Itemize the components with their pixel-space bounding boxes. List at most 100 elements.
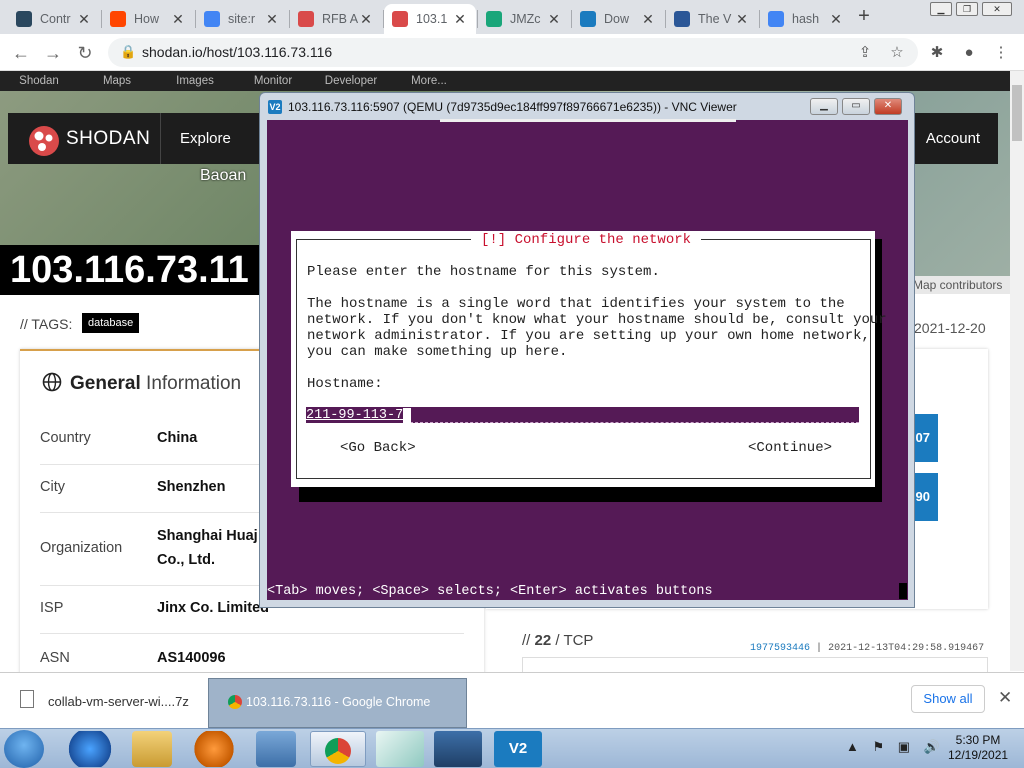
taskbar-chrome-button[interactable]	[310, 731, 366, 767]
shodan-nav-item[interactable]: More...	[390, 71, 468, 91]
tab-0[interactable]: Contr ✕	[8, 4, 100, 34]
info-value: Shenzhen	[157, 479, 226, 495]
tab-8[interactable]: hash ✕	[760, 4, 852, 34]
tag-badge[interactable]: database	[82, 313, 140, 333]
tab-close-icon[interactable]: ✕	[640, 11, 656, 28]
download-item[interactable]: collab-vm-server-wi....7z	[48, 694, 189, 709]
extensions-icon[interactable]: ✱	[926, 42, 948, 64]
info-key: ISP	[40, 600, 64, 616]
menu-kebab-icon[interactable]: ⋮	[990, 42, 1012, 64]
vnc-close-button[interactable]: ✕	[874, 98, 902, 115]
vnc-viewer-taskbar-icon[interactable]: V2	[494, 731, 542, 767]
chrome-icon	[325, 738, 351, 764]
control-panel-icon[interactable]	[256, 731, 296, 767]
installer-status-bar: <Tab> moves; <Space> selects; <Enter> ac…	[267, 584, 713, 599]
tab-3[interactable]: RFB A ✕	[290, 4, 382, 34]
tab-close-icon[interactable]: ✕	[358, 11, 374, 28]
tab-separator	[195, 10, 196, 28]
new-tab-button[interactable]: +	[852, 5, 876, 29]
tab-label: JMZc	[510, 12, 541, 26]
lock-icon: 🔒	[120, 44, 137, 59]
map-credit[interactable]: Map contributors	[910, 276, 1010, 294]
tab-label: Dow	[604, 12, 630, 26]
close-download-bar-icon[interactable]: ✕	[998, 688, 1012, 708]
tab-label: site:r	[228, 12, 256, 26]
maximize-button[interactable]: ❐	[956, 2, 978, 16]
tab-separator	[477, 10, 478, 28]
shodan-logo-icon	[29, 126, 59, 156]
taskbar-clock[interactable]: 5:30 PM 12/19/2021	[948, 733, 1008, 763]
account-link[interactable]: Account	[908, 113, 998, 164]
tab-close-icon[interactable]: ✕	[76, 11, 92, 28]
steam-icon	[16, 11, 32, 27]
shodan-brand[interactable]: SHODAN	[66, 128, 150, 150]
explore-link[interactable]: Explore	[180, 130, 231, 147]
back-icon[interactable]: ←	[10, 42, 32, 64]
tab-separator	[383, 10, 384, 28]
internet-explorer-icon[interactable]	[66, 731, 114, 767]
tab-7[interactable]: The V ✕	[666, 4, 758, 34]
continue-button[interactable]: <Continue>	[748, 440, 832, 456]
profile-avatar-icon[interactable]: ●	[958, 42, 980, 64]
google-icon	[768, 11, 784, 27]
minimize-button[interactable]: ▁	[930, 2, 952, 16]
shodan-nav-item[interactable]: Images	[156, 71, 234, 91]
media-player-icon[interactable]	[190, 731, 238, 767]
page-scrollbar[interactable]	[1010, 71, 1024, 671]
banner-hash[interactable]: 1977593446	[750, 643, 810, 654]
globe-icon	[42, 372, 62, 392]
tab-separator	[665, 10, 666, 28]
url-text[interactable]: shodan.io/host/103.116.73.116	[142, 44, 332, 60]
tab-close-icon[interactable]: ✕	[170, 11, 186, 28]
shodan-nav-item[interactable]: Developer	[312, 71, 390, 91]
tab-close-icon[interactable]: ✕	[734, 11, 750, 28]
port-heading: // 22 / TCP	[522, 632, 593, 649]
system-tray-icons[interactable]: ▲ ⚑ ▣ 🔊	[846, 739, 945, 755]
file-explorer-icon[interactable]	[132, 731, 172, 767]
share-icon[interactable]: ⇪	[854, 42, 876, 64]
bookmark-star-icon[interactable]: ☆	[886, 42, 908, 64]
close-window-button[interactable]: ✕	[982, 2, 1012, 16]
shodan-top-nav: Shodan Maps Images Monitor Developer More...	[0, 71, 1010, 91]
tab-close-icon[interactable]: ✕	[452, 11, 468, 28]
vnc-icon	[580, 11, 596, 27]
tab-2[interactable]: site:r ✕	[196, 4, 288, 34]
start-button-icon[interactable]	[4, 730, 44, 768]
info-key: Country	[40, 430, 91, 446]
tab-close-icon[interactable]: ✕	[546, 11, 562, 28]
banner-separator: |	[816, 643, 823, 654]
vnc-toolbar-handle[interactable]	[440, 119, 736, 122]
shodan-icon	[392, 11, 408, 27]
tab-close-icon[interactable]: ✕	[828, 11, 844, 28]
virtualbox-icon[interactable]	[434, 731, 482, 767]
dialog-title: [!] Configure the network	[471, 232, 702, 248]
tab-1[interactable]: How ✕	[102, 4, 194, 34]
shodan-nav-item[interactable]: Monitor	[234, 71, 312, 91]
shodan-nav-item[interactable]: Shodan	[0, 71, 78, 91]
info-value: China	[157, 430, 198, 446]
text-cursor	[403, 408, 411, 423]
tab-5[interactable]: JMZc ✕	[478, 4, 570, 34]
vnc-window-title: 103.116.73.116:5907 (QEMU (7d9735d9ec184…	[288, 100, 737, 114]
go-back-button[interactable]: <Go Back>	[340, 440, 416, 456]
chrome-icon	[228, 695, 242, 709]
google-icon	[204, 11, 220, 27]
hostname-value[interactable]: 211-99-113-7	[306, 408, 404, 423]
vnc-minimize-button[interactable]: ▁	[810, 98, 838, 115]
clock-time: 5:30 PM	[955, 733, 1001, 747]
notepad-icon[interactable]	[376, 731, 424, 767]
tab-6[interactable]: Dow ✕	[572, 4, 664, 34]
dialog-description: The hostname is a single word that ident…	[307, 296, 887, 360]
forward-icon[interactable]: →	[42, 42, 64, 64]
preview-window-label[interactable]: 103.116.73.116 - Google Chrome	[246, 695, 430, 709]
info-value: AS140096	[157, 650, 226, 666]
banner-box	[522, 657, 988, 672]
info-value-line2: Co., Ltd.	[157, 552, 215, 568]
show-all-downloads-button[interactable]: Show all	[911, 685, 985, 713]
tab-4[interactable]: 103.1 ✕	[384, 4, 476, 34]
tab-close-icon[interactable]: ✕	[264, 11, 280, 28]
vnc-maximize-button[interactable]: ▭	[842, 98, 870, 115]
port-proto: / TCP	[555, 632, 594, 649]
shodan-nav-item[interactable]: Maps	[78, 71, 156, 91]
reload-icon[interactable]: ↻	[74, 42, 96, 64]
